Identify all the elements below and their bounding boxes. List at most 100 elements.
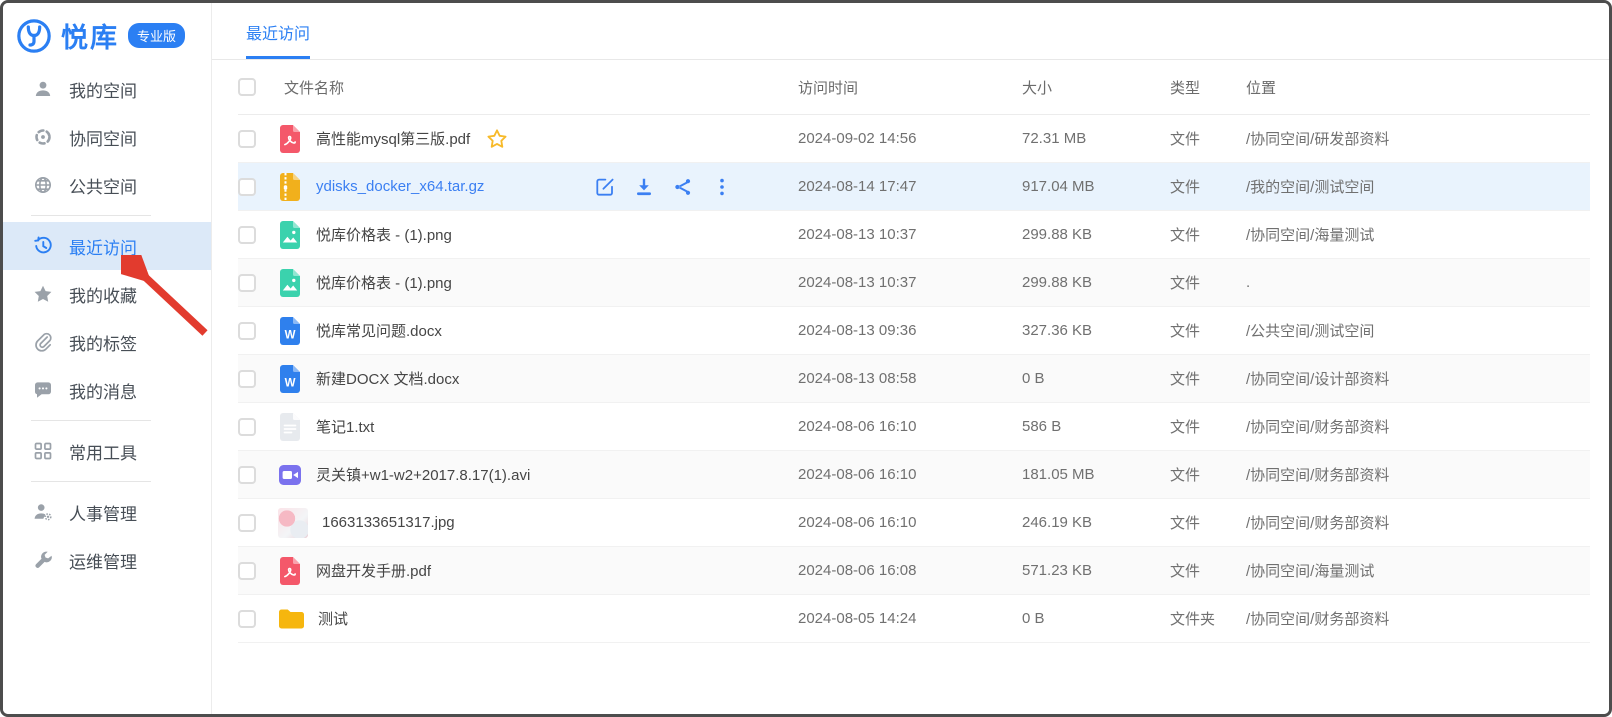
share-icon[interactable] bbox=[673, 177, 693, 197]
row-checkbox[interactable] bbox=[238, 610, 256, 628]
access-time: 2024-08-14 17:47 bbox=[790, 178, 1014, 195]
sidebar: 悦库 专业版 我的空间协同空间公共空间最近访问我的收藏我的标签我的消息常用工具人… bbox=[3, 3, 212, 714]
file-type: 文件 bbox=[1162, 320, 1238, 341]
access-time: 2024-08-06 16:10 bbox=[790, 514, 1014, 531]
file-name[interactable]: 测试 bbox=[318, 608, 348, 629]
edit-icon[interactable] bbox=[595, 177, 615, 197]
sidebar-item-label: 公共空间 bbox=[69, 173, 137, 198]
file-location: /协同空间/财务部资料 bbox=[1238, 512, 1590, 533]
file-size: 72.31 MB bbox=[1014, 130, 1162, 147]
file-location: /协同空间/研发部资料 bbox=[1238, 128, 1590, 149]
more-icon[interactable] bbox=[712, 177, 732, 197]
tab-bar: 最近访问 bbox=[212, 3, 1609, 60]
row-actions bbox=[595, 177, 732, 197]
row-checkbox[interactable] bbox=[238, 322, 256, 340]
select-all-checkbox[interactable] bbox=[238, 78, 256, 96]
header-access-time: 访问时间 bbox=[790, 77, 1014, 98]
table-row: 1663133651317.jpg 2024-08-06 16:10246.19 … bbox=[238, 499, 1590, 547]
sidebar-item-label: 运维管理 bbox=[69, 548, 137, 573]
row-checkbox[interactable] bbox=[238, 130, 256, 148]
access-time: 2024-08-06 16:08 bbox=[790, 562, 1014, 579]
row-checkbox[interactable] bbox=[238, 514, 256, 532]
history-icon bbox=[33, 236, 53, 256]
app-window: 悦库 专业版 我的空间协同空间公共空间最近访问我的收藏我的标签我的消息常用工具人… bbox=[0, 0, 1612, 717]
file-type: 文件 bbox=[1162, 416, 1238, 437]
tab-recent[interactable]: 最近访问 bbox=[246, 20, 310, 59]
file-name[interactable]: 笔记1.txt bbox=[316, 416, 374, 437]
svg-text:W: W bbox=[285, 329, 296, 341]
sidebar-item-hr-admin[interactable]: 人事管理 bbox=[3, 488, 211, 536]
photo-thumbnail bbox=[278, 508, 308, 538]
row-checkbox[interactable] bbox=[238, 466, 256, 484]
sidebar-item-tags[interactable]: 我的标签 bbox=[3, 318, 211, 366]
file-name[interactable]: 网盘开发手册.pdf bbox=[316, 560, 431, 581]
message-icon bbox=[33, 380, 53, 400]
file-size: 571.23 KB bbox=[1014, 562, 1162, 579]
edition-badge: 专业版 bbox=[128, 23, 185, 48]
file-name[interactable]: 高性能mysql第三版.pdf bbox=[316, 128, 470, 149]
file-name[interactable]: 灵关镇+w1-w2+2017.8.17(1).avi bbox=[316, 464, 530, 485]
file-size: 0 B bbox=[1014, 610, 1162, 627]
table-row: 灵关镇+w1-w2+2017.8.17(1).avi 2024-08-06 16:… bbox=[238, 451, 1590, 499]
sidebar-item-label: 我的收藏 bbox=[69, 282, 137, 307]
wrench-icon bbox=[33, 550, 53, 570]
collab-icon bbox=[33, 127, 53, 147]
favorite-star-icon[interactable] bbox=[486, 128, 508, 150]
table-header-row: 文件名称 访问时间 大小 类型 位置 bbox=[238, 60, 1590, 115]
sidebar-item-tools[interactable]: 常用工具 bbox=[3, 427, 211, 475]
file-size: 181.05 MB bbox=[1014, 466, 1162, 483]
sidebar-item-collab-space[interactable]: 协同空间 bbox=[3, 113, 211, 161]
word-file-icon: W bbox=[278, 317, 302, 345]
file-size: 246.19 KB bbox=[1014, 514, 1162, 531]
file-type: 文件 bbox=[1162, 128, 1238, 149]
paperclip-icon bbox=[33, 332, 53, 352]
file-name[interactable]: 悦库价格表 - (1).png bbox=[316, 272, 452, 293]
file-location: /协同空间/海量测试 bbox=[1238, 224, 1590, 245]
file-location: /协同空间/财务部资料 bbox=[1238, 464, 1590, 485]
user-gear-icon bbox=[33, 502, 53, 522]
file-size: 299.88 KB bbox=[1014, 226, 1162, 243]
access-time: 2024-08-13 10:37 bbox=[790, 274, 1014, 291]
file-name[interactable]: 新建DOCX 文档.docx bbox=[316, 368, 459, 389]
sidebar-item-my-space[interactable]: 我的空间 bbox=[3, 65, 211, 113]
sidebar-item-label: 协同空间 bbox=[69, 125, 137, 150]
folder-file-icon bbox=[278, 607, 304, 631]
file-name[interactable]: 1663133651317.jpg bbox=[322, 514, 455, 531]
table-row: 高性能mysql第三版.pdf2024-09-02 14:5672.31 MB文… bbox=[238, 115, 1590, 163]
file-name[interactable]: ydisks_docker_x64.tar.gz bbox=[316, 178, 484, 195]
file-name[interactable]: 悦库常见问题.docx bbox=[316, 320, 442, 341]
sidebar-item-public-space[interactable]: 公共空间 bbox=[3, 161, 211, 209]
image-file-icon bbox=[278, 221, 302, 249]
access-time: 2024-08-06 16:10 bbox=[790, 418, 1014, 435]
row-checkbox[interactable] bbox=[238, 226, 256, 244]
pdf-file-icon bbox=[278, 557, 302, 585]
user-icon bbox=[33, 79, 53, 99]
file-location: /协同空间/财务部资料 bbox=[1238, 608, 1590, 629]
row-checkbox[interactable] bbox=[238, 418, 256, 436]
row-checkbox[interactable] bbox=[238, 178, 256, 196]
sidebar-item-messages[interactable]: 我的消息 bbox=[3, 366, 211, 414]
download-icon[interactable] bbox=[634, 177, 654, 197]
sidebar-item-label: 最近访问 bbox=[69, 234, 137, 259]
access-time: 2024-08-13 10:37 bbox=[790, 226, 1014, 243]
access-time: 2024-08-13 08:58 bbox=[790, 370, 1014, 387]
sidebar-item-favorites[interactable]: 我的收藏 bbox=[3, 270, 211, 318]
sidebar-item-label: 我的空间 bbox=[69, 77, 137, 102]
grid-icon bbox=[33, 441, 53, 461]
row-checkbox[interactable] bbox=[238, 562, 256, 580]
access-time: 2024-08-06 16:10 bbox=[790, 466, 1014, 483]
file-location: . bbox=[1238, 274, 1590, 291]
row-checkbox[interactable] bbox=[238, 274, 256, 292]
sidebar-divider bbox=[31, 215, 151, 216]
file-location: /公共空间/测试空间 bbox=[1238, 320, 1590, 341]
sidebar-item-ops-admin[interactable]: 运维管理 bbox=[3, 536, 211, 584]
header-location: 位置 bbox=[1238, 77, 1590, 98]
file-name[interactable]: 悦库价格表 - (1).png bbox=[316, 224, 452, 245]
sidebar-item-label: 我的标签 bbox=[69, 330, 137, 355]
file-size: 327.36 KB bbox=[1014, 322, 1162, 339]
sidebar-item-recent[interactable]: 最近访问 bbox=[3, 222, 211, 270]
row-checkbox[interactable] bbox=[238, 370, 256, 388]
table-row: W新建DOCX 文档.docx2024-08-13 08:580 B文件/协同空… bbox=[238, 355, 1590, 403]
file-table: 文件名称 访问时间 大小 类型 位置 高性能mysql第三版.pdf2024-0… bbox=[238, 60, 1590, 643]
sidebar-nav: 我的空间协同空间公共空间最近访问我的收藏我的标签我的消息常用工具人事管理运维管理 bbox=[3, 65, 211, 584]
